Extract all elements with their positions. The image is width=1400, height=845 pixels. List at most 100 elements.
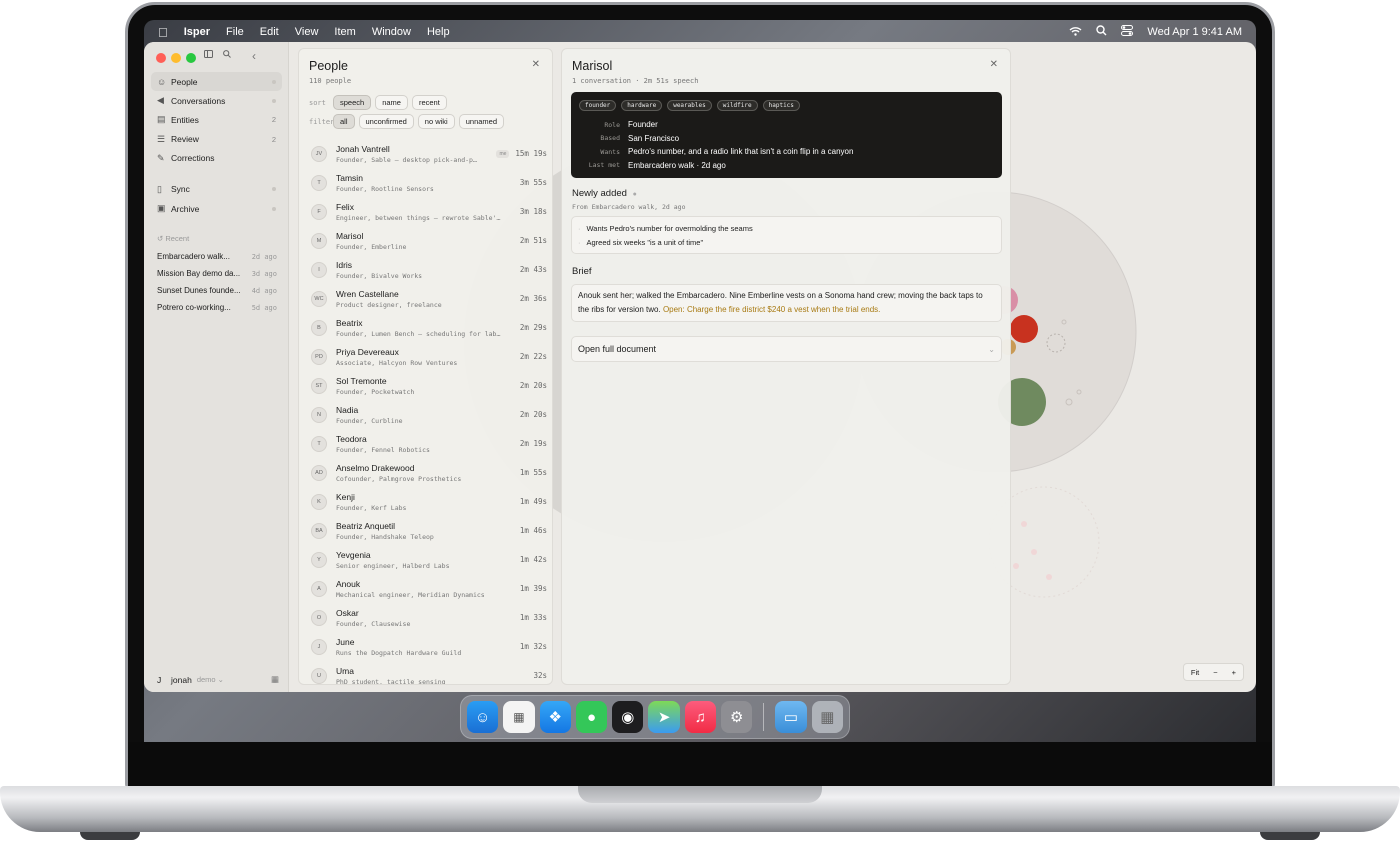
person-row[interactable]: J June Runs the Dogpatch Hardware Guild 1m … — [307, 632, 547, 661]
tag[interactable]: haptics — [762, 100, 800, 111]
recent-item-time: 5d ago — [251, 303, 277, 312]
search-icon[interactable] — [223, 50, 231, 61]
fact-key: Last met — [588, 161, 620, 170]
launchpad-icon[interactable]: ▦ — [503, 701, 535, 733]
close-window-button[interactable] — [156, 53, 166, 63]
person-row[interactable]: U Uma PhD student, tactile sensing 32s — [307, 661, 547, 684]
sidebar-item-sync[interactable]: ▯ Sync — [151, 180, 282, 199]
menubar-clock[interactable]: Wed Apr 1 9:41 AM — [1147, 26, 1242, 38]
menu-app[interactable]: Isper — [184, 26, 210, 38]
sidebar-item-conversations[interactable]: ◀ Conversations — [151, 91, 282, 110]
isper-app-icon[interactable]: ◉ — [612, 701, 644, 733]
person-row[interactable]: BA Beatriz Anquetil Founder, Handshake Tel… — [307, 516, 547, 545]
filter-no-wiki-chip[interactable]: no wiki — [417, 114, 455, 129]
avatar: JV — [311, 145, 327, 162]
filter-all-chip[interactable]: all — [333, 114, 355, 129]
pencil-icon: ✎ — [157, 152, 165, 163]
trash-icon[interactable]: ▦ — [271, 674, 279, 685]
menu-item[interactable]: Item — [334, 26, 355, 38]
search-icon[interactable] — [1096, 25, 1107, 39]
settings-icon[interactable]: ⚙ — [721, 701, 753, 733]
person-subtitle: Founder, Emberline — [336, 242, 407, 251]
folder-icon[interactable]: ▭ — [775, 701, 807, 733]
sort-recent-chip[interactable]: recent — [411, 95, 447, 110]
trash-icon[interactable]: ▦ — [811, 701, 843, 733]
sidebar-item-review[interactable]: ☰ Review 2 — [151, 130, 282, 149]
menu-file[interactable]: File — [226, 26, 244, 38]
count-badge: 2 — [271, 134, 276, 144]
user-bar[interactable]: J jonah demo ⌄ ▦ — [157, 674, 279, 685]
zoom-out-button[interactable]: − — [1206, 668, 1224, 677]
person-row[interactable]: K Kenji Founder, Kerf Labs 1m 49s — [307, 487, 547, 516]
menu-help[interactable]: Help — [427, 26, 450, 38]
person-row[interactable]: JV Jonah Vantrell Founder, Sable — desktop… — [307, 139, 547, 168]
tag[interactable]: founder — [579, 100, 617, 111]
filter-unconfirmed-chip[interactable]: unconfirmed — [358, 114, 414, 129]
person-row[interactable]: A Anouk Mechanical engineer, Meridian Dyna… — [307, 574, 547, 603]
person-row[interactable]: AD Anselmo Drakewood Cofounder, Palmgrove … — [307, 458, 547, 487]
control-center-icon[interactable] — [1121, 25, 1134, 39]
finder-icon[interactable]: ☺ — [467, 701, 499, 733]
safari-icon[interactable]: ❖ — [539, 701, 571, 733]
open-full-document-button[interactable]: Open full document ⌄ — [571, 336, 1002, 362]
person-row[interactable]: N Nadia Founder, Curbline 2m 20s — [307, 400, 547, 429]
user-avatar: J — [157, 674, 162, 685]
filter-unnamed-chip[interactable]: unnamed — [458, 114, 505, 129]
sidebar-item-entities[interactable]: ▤ Entities 2 — [151, 110, 282, 129]
recent-item-time: 2d ago — [251, 252, 277, 261]
sidebar-toggle-icon[interactable] — [204, 50, 213, 61]
sort-name-chip[interactable]: name — [375, 95, 408, 110]
person-row[interactable]: Y Yevgenia Senior engineer, Halberd Labs 1m… — [307, 545, 547, 574]
person-subtitle: Senior engineer, Halberd Labs — [336, 561, 450, 570]
person-row[interactable]: O Oskar Founder, Clausewise 1m 33s — [307, 603, 547, 632]
speech-time: 1m 46s — [519, 526, 547, 536]
recent-item[interactable]: Mission Bay demo da... 3d ago — [157, 265, 277, 282]
person-row[interactable]: M Marisol Founder, Emberline 2m 51s — [307, 226, 547, 255]
close-icon[interactable]: ✕ — [990, 59, 998, 70]
tag[interactable]: wildfire — [716, 100, 758, 111]
music-icon[interactable]: ♫ — [684, 701, 717, 733]
speech-time: 32s — [533, 671, 547, 681]
recent-item[interactable]: Potrero co-working... 5d ago — [157, 299, 277, 316]
speech-time: 2m 43s — [519, 265, 547, 275]
person-row[interactable]: F Felix Engineer, between things — rewrote… — [307, 197, 547, 226]
back-icon[interactable]: ‹ — [252, 49, 256, 63]
menu-edit[interactable]: Edit — [260, 26, 279, 38]
person-subtitle: Runs the Dogpatch Hardware Guild — [336, 648, 462, 657]
wifi-icon[interactable] — [1069, 26, 1082, 39]
person-subtitle: Founder, Clausewise — [336, 619, 411, 628]
person-subtitle: Founder, Sable — desktop pick-and-p… — [336, 155, 477, 164]
avatar: N — [311, 406, 327, 423]
person-row[interactable]: I Idris Founder, Bivalve Works 2m 43s — [307, 255, 547, 284]
graph-node[interactable] — [1010, 315, 1038, 343]
recent-item[interactable]: Sunset Dunes founde... 4d ago — [157, 282, 277, 299]
person-row[interactable]: T Tamsin Founder, Rootline Sensors 3m 55s — [307, 168, 547, 197]
sort-speech-chip[interactable]: speech — [333, 95, 372, 110]
maps-icon[interactable]: ➤ — [648, 701, 680, 733]
person-row[interactable]: T Teodora Founder, Fennel Robotics 2m 19s — [307, 429, 547, 458]
sidebar-nav: ☺ People ◀ Conversations ▤ Entities 2 ☰ … — [151, 72, 282, 218]
person-subtitle: Associate, Halcyon Row Ventures — [336, 358, 458, 367]
tag[interactable]: wearables — [667, 100, 712, 111]
zoom-window-button[interactable] — [186, 53, 196, 63]
messages-icon[interactable]: ● — [575, 701, 608, 733]
apple-icon[interactable]:  — [158, 25, 168, 40]
zoom-in-button[interactable]: + — [1225, 668, 1243, 677]
zoom-fit-button[interactable]: Fit — [1184, 668, 1206, 677]
sidebar-item-people[interactable]: ☺ People — [151, 72, 282, 91]
tag[interactable]: hardware — [621, 100, 663, 111]
menu-view[interactable]: View — [295, 26, 319, 38]
person-row[interactable]: PD Priya Devereaux Associate, Halcyon Row … — [307, 342, 547, 371]
person-row[interactable]: ST Sol Tremonte Founder, Pocketwatch 2m 20s — [307, 371, 547, 400]
menu-window[interactable]: Window — [372, 26, 411, 38]
person-row[interactable]: B Beatrix Founder, Lumen Bench — schedulin… — [307, 313, 547, 342]
sidebar-item-archive[interactable]: ▣ Archive — [151, 199, 282, 218]
sidebar-item-corrections[interactable]: ✎ Corrections — [151, 149, 282, 168]
minimize-window-button[interactable] — [171, 53, 181, 63]
recent-item[interactable]: Embarcadero walk... 2d ago — [157, 248, 277, 265]
people-count: 110 people — [309, 77, 352, 85]
speech-time: 15m 19s — [515, 149, 547, 158]
person-row[interactable]: WC Wren Castellane Product designer, freel… — [307, 284, 547, 313]
close-icon[interactable]: ✕ — [532, 59, 540, 70]
fact-value[interactable]: Embarcadero walk · 2d ago — [628, 161, 726, 170]
